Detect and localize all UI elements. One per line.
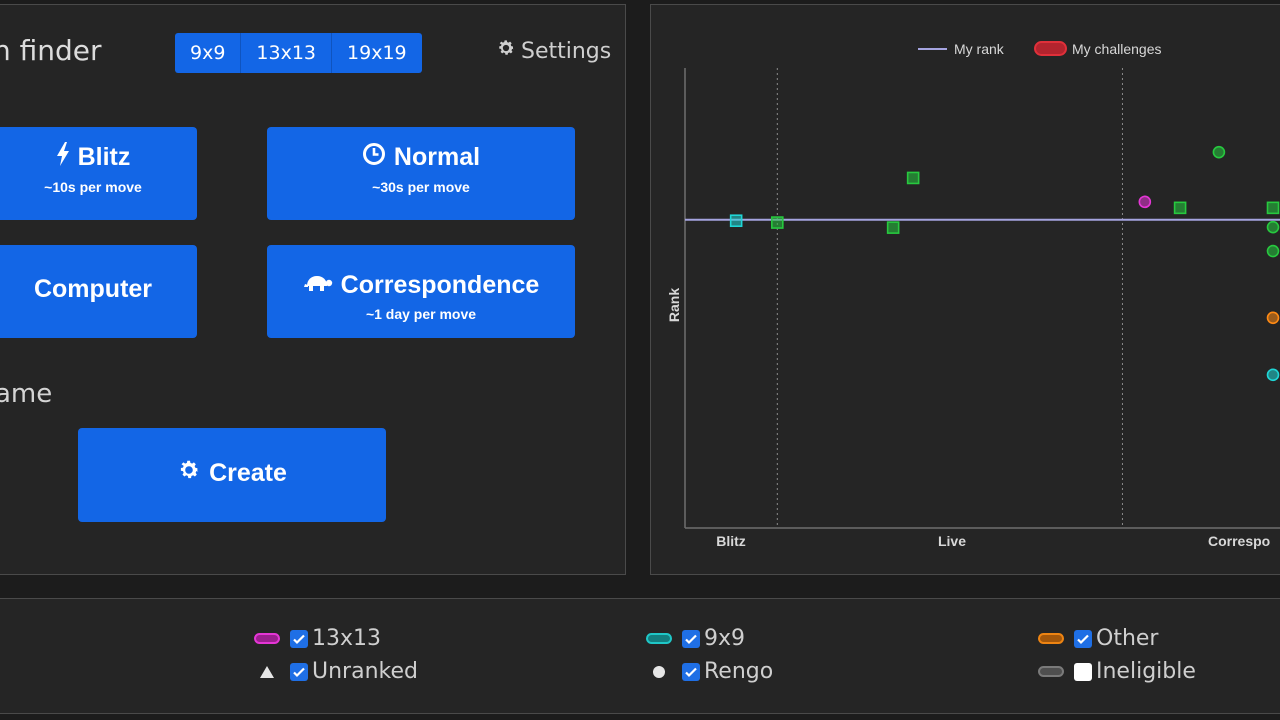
challenge-scatter-chart: My rank My challenges Rank Blitz Live Corr…: [666, 41, 1280, 549]
ineligible-swatch: [1038, 666, 1064, 677]
challenge-point[interactable]: [1266, 201, 1280, 215]
my-challenges-legend-swatch: [1034, 41, 1067, 56]
lightning-icon: [56, 142, 70, 173]
x-tick-label: Correspo: [1208, 533, 1270, 549]
filter-ineligible[interactable]: Ineligible: [1038, 659, 1196, 684]
9x9-swatch: [646, 633, 672, 644]
other-swatch: [1038, 633, 1064, 644]
9x9-checkbox[interactable]: [682, 629, 700, 648]
challenge-points: [729, 145, 1280, 382]
chart-legend: My rank My challenges: [918, 41, 1162, 57]
size-13x13-button[interactable]: 13x13: [241, 33, 333, 73]
challenge-point[interactable]: [1212, 145, 1226, 159]
13x13-label: 13x13: [312, 626, 382, 651]
challenge-point[interactable]: [886, 221, 900, 234]
correspondence-label: Correspondence: [340, 271, 540, 299]
size-9x9-button[interactable]: 9x9: [175, 33, 242, 73]
blitz-subtitle: ~10s per move: [44, 179, 142, 195]
ineligible-checkbox[interactable]: [1074, 662, 1092, 681]
ineligible-label: Ineligible: [1096, 659, 1196, 684]
size-19x19-button[interactable]: 19x19: [332, 33, 422, 73]
challenge-point[interactable]: [1266, 244, 1280, 258]
board-size-selector: 9x9 13x13 19x19: [175, 33, 422, 73]
clock-icon: [362, 142, 386, 173]
create-button[interactable]: Create: [78, 428, 386, 522]
x-tick-labels: Blitz Live Correspo: [716, 533, 1270, 549]
rengo-checkbox[interactable]: [682, 662, 700, 681]
normal-subtitle: ~30s per move: [372, 179, 470, 195]
other-checkbox[interactable]: [1074, 629, 1092, 648]
create-label: Create: [209, 459, 287, 487]
turtle-icon: [303, 271, 333, 300]
filter-13x13[interactable]: 13x13: [254, 626, 381, 651]
normal-label: Normal: [393, 143, 481, 171]
challenge-point[interactable]: [1266, 368, 1280, 382]
category-separators: [776, 68, 1123, 528]
challenge-point[interactable]: [1138, 195, 1152, 209]
computer-label: Computer: [33, 275, 153, 303]
computer-button[interactable]: Computer: [0, 245, 197, 338]
x-tick-label: Live: [938, 533, 966, 549]
13x13-checkbox[interactable]: [290, 629, 308, 648]
game-finder-panel: n finder 9x9 13x13 19x19 Settings Blitz …: [0, 4, 626, 575]
correspondence-subtitle: ~1 day per move: [365, 306, 477, 322]
triangle-icon: [254, 665, 280, 678]
settings-button[interactable]: Settings: [496, 38, 611, 64]
gear-icon: [496, 38, 516, 64]
gear-icon: [177, 458, 201, 489]
unranked-checkbox[interactable]: [290, 662, 308, 681]
other-label: Other: [1096, 626, 1159, 651]
custom-game-title: ame: [0, 379, 53, 409]
x-tick-label: Blitz: [716, 533, 746, 549]
challenge-point[interactable]: [1266, 220, 1280, 234]
filter-other[interactable]: Other: [1038, 626, 1158, 651]
page-title: n finder: [0, 34, 102, 67]
filter-legend-panel: 13x13 9x9 Other Unranked Rengo Ineligibl…: [0, 598, 1280, 714]
y-axis-label: Rank: [666, 288, 682, 322]
filter-unranked[interactable]: Unranked: [254, 659, 418, 684]
blitz-button[interactable]: Blitz ~10s per move: [0, 127, 197, 220]
challenge-point[interactable]: [1173, 201, 1187, 215]
settings-label: Settings: [521, 38, 612, 64]
13x13-swatch: [254, 633, 280, 644]
correspondence-button[interactable]: Correspondence ~1 day per move: [267, 245, 575, 338]
challenge-point[interactable]: [1266, 311, 1280, 325]
challenge-point[interactable]: [771, 216, 784, 229]
rengo-label: Rengo: [704, 659, 774, 684]
my-rank-legend-label: My rank: [954, 41, 1005, 57]
blitz-label: Blitz: [77, 143, 131, 171]
my-challenges-legend-label: My challenges: [1072, 41, 1162, 57]
9x9-label: 9x9: [704, 626, 746, 651]
challenge-point[interactable]: [729, 214, 743, 228]
challenge-point[interactable]: [906, 171, 920, 185]
filter-rengo[interactable]: Rengo: [646, 659, 773, 684]
challenge-chart-panel: My rank My challenges Rank Blitz Live Corr…: [650, 4, 1280, 575]
filter-9x9[interactable]: 9x9: [646, 626, 745, 651]
circle-icon: [646, 665, 672, 679]
unranked-label: Unranked: [312, 659, 418, 684]
normal-button[interactable]: Normal ~30s per move: [267, 127, 575, 220]
